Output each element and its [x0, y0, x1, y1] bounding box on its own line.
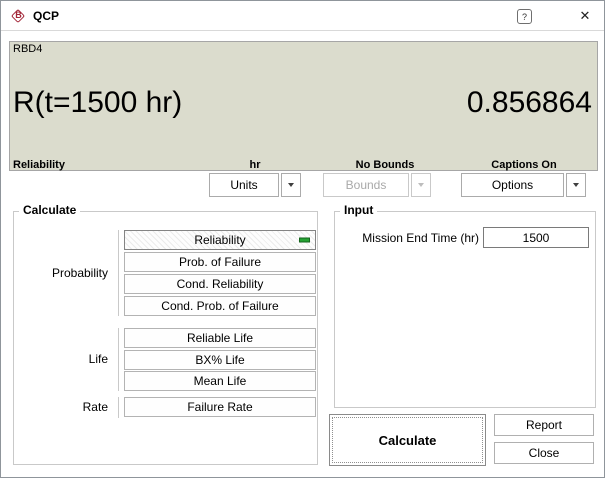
caption-units: hr: [249, 159, 261, 171]
close-icon: ✕: [579, 8, 591, 23]
window-title: QCP: [33, 9, 60, 23]
section-label-probability: Probability: [51, 266, 108, 280]
bounds-button-label: Bounds: [345, 178, 387, 192]
section-label-life: Life: [88, 352, 108, 366]
calculate-group-title: Calculate: [19, 203, 81, 217]
calculate-button-label: Calculate: [378, 432, 437, 448]
report-button-label: Report: [525, 418, 563, 432]
chevron-down-icon: [418, 183, 424, 187]
units-dropdown-arrow[interactable]: [281, 173, 301, 197]
options-dropdown-arrow[interactable]: [566, 173, 586, 197]
calculate-button[interactable]: Calculate: [329, 414, 486, 466]
section-divider: [118, 397, 119, 418]
bounds-button: Bounds: [323, 173, 409, 197]
calc-button-failure-rate[interactable]: Failure Rate: [124, 397, 316, 417]
chevron-down-icon: [573, 183, 579, 187]
report-button[interactable]: Report: [494, 414, 594, 436]
qcp-app-icon: B: [10, 8, 27, 25]
calc-button-prob-of-failure[interactable]: Prob. of Failure: [124, 252, 316, 272]
chevron-down-icon: [288, 183, 294, 187]
calc-button-label: Cond. Prob. of Failure: [161, 299, 279, 313]
caption-bounds: No Bounds: [355, 159, 415, 171]
results-panel: RBD4 R(t=1500 hr) 0.856864 Reliability h…: [9, 41, 598, 171]
options-button-label: Options: [491, 178, 534, 192]
help-button[interactable]: ?: [517, 9, 532, 24]
caption-options: Captions On: [491, 159, 557, 171]
result-expression: R(t=1500 hr): [13, 86, 183, 119]
calc-button-label: Reliable Life: [186, 331, 254, 345]
calc-button-reliable-life[interactable]: Reliable Life: [124, 328, 316, 348]
section-divider: [118, 328, 119, 391]
units-button[interactable]: Units: [209, 173, 279, 197]
calc-button-cond-reliability[interactable]: Cond. Reliability: [124, 274, 316, 294]
calc-button-cond-prob-of-failure[interactable]: Cond. Prob. of Failure: [124, 296, 316, 316]
close-button-label: Close: [528, 446, 560, 460]
caption-metric: Reliability: [13, 159, 65, 171]
options-button[interactable]: Options: [461, 173, 564, 197]
calc-button-label: Prob. of Failure: [178, 255, 262, 269]
mission-end-time-input[interactable]: [483, 227, 589, 248]
source-item-label: RBD4: [13, 43, 43, 55]
logo-letter: B: [15, 10, 22, 20]
result-row: R(t=1500 hr) 0.856864: [13, 82, 592, 124]
input-group-title: Input: [340, 203, 378, 217]
calc-button-bx-life[interactable]: BX% Life: [124, 350, 316, 370]
close-button[interactable]: Close: [494, 442, 594, 464]
title-bar: B QCP ? ✕: [1, 1, 604, 31]
section-divider: [118, 230, 119, 316]
mission-end-time-label: Mission End Time (hr): [362, 231, 479, 245]
qcp-dialog: B QCP ? ✕ RBD4 R(t=1500 hr) 0.856864 Rel…: [0, 0, 605, 478]
window-close-button[interactable]: ✕: [576, 7, 594, 25]
calc-button-label: BX% Life: [195, 353, 245, 367]
calc-button-label: Failure Rate: [187, 400, 253, 414]
question-mark-icon: ?: [521, 11, 527, 22]
result-value: 0.856864: [466, 86, 592, 119]
units-button-label: Units: [230, 178, 258, 192]
calc-button-label: Mean Life: [193, 374, 247, 388]
bounds-dropdown-arrow: [411, 173, 431, 197]
selected-indicator: [299, 237, 310, 243]
calc-button-label: Reliability: [194, 233, 246, 247]
calc-button-mean-life[interactable]: Mean Life: [124, 371, 316, 391]
bounds-split-button: Bounds: [323, 173, 431, 197]
section-label-rate: Rate: [82, 400, 108, 414]
calc-button-label: Cond. Reliability: [176, 277, 264, 291]
options-split-button: Options: [461, 173, 586, 197]
calc-button-reliability[interactable]: Reliability: [124, 230, 316, 250]
units-split-button: Units: [209, 173, 301, 197]
